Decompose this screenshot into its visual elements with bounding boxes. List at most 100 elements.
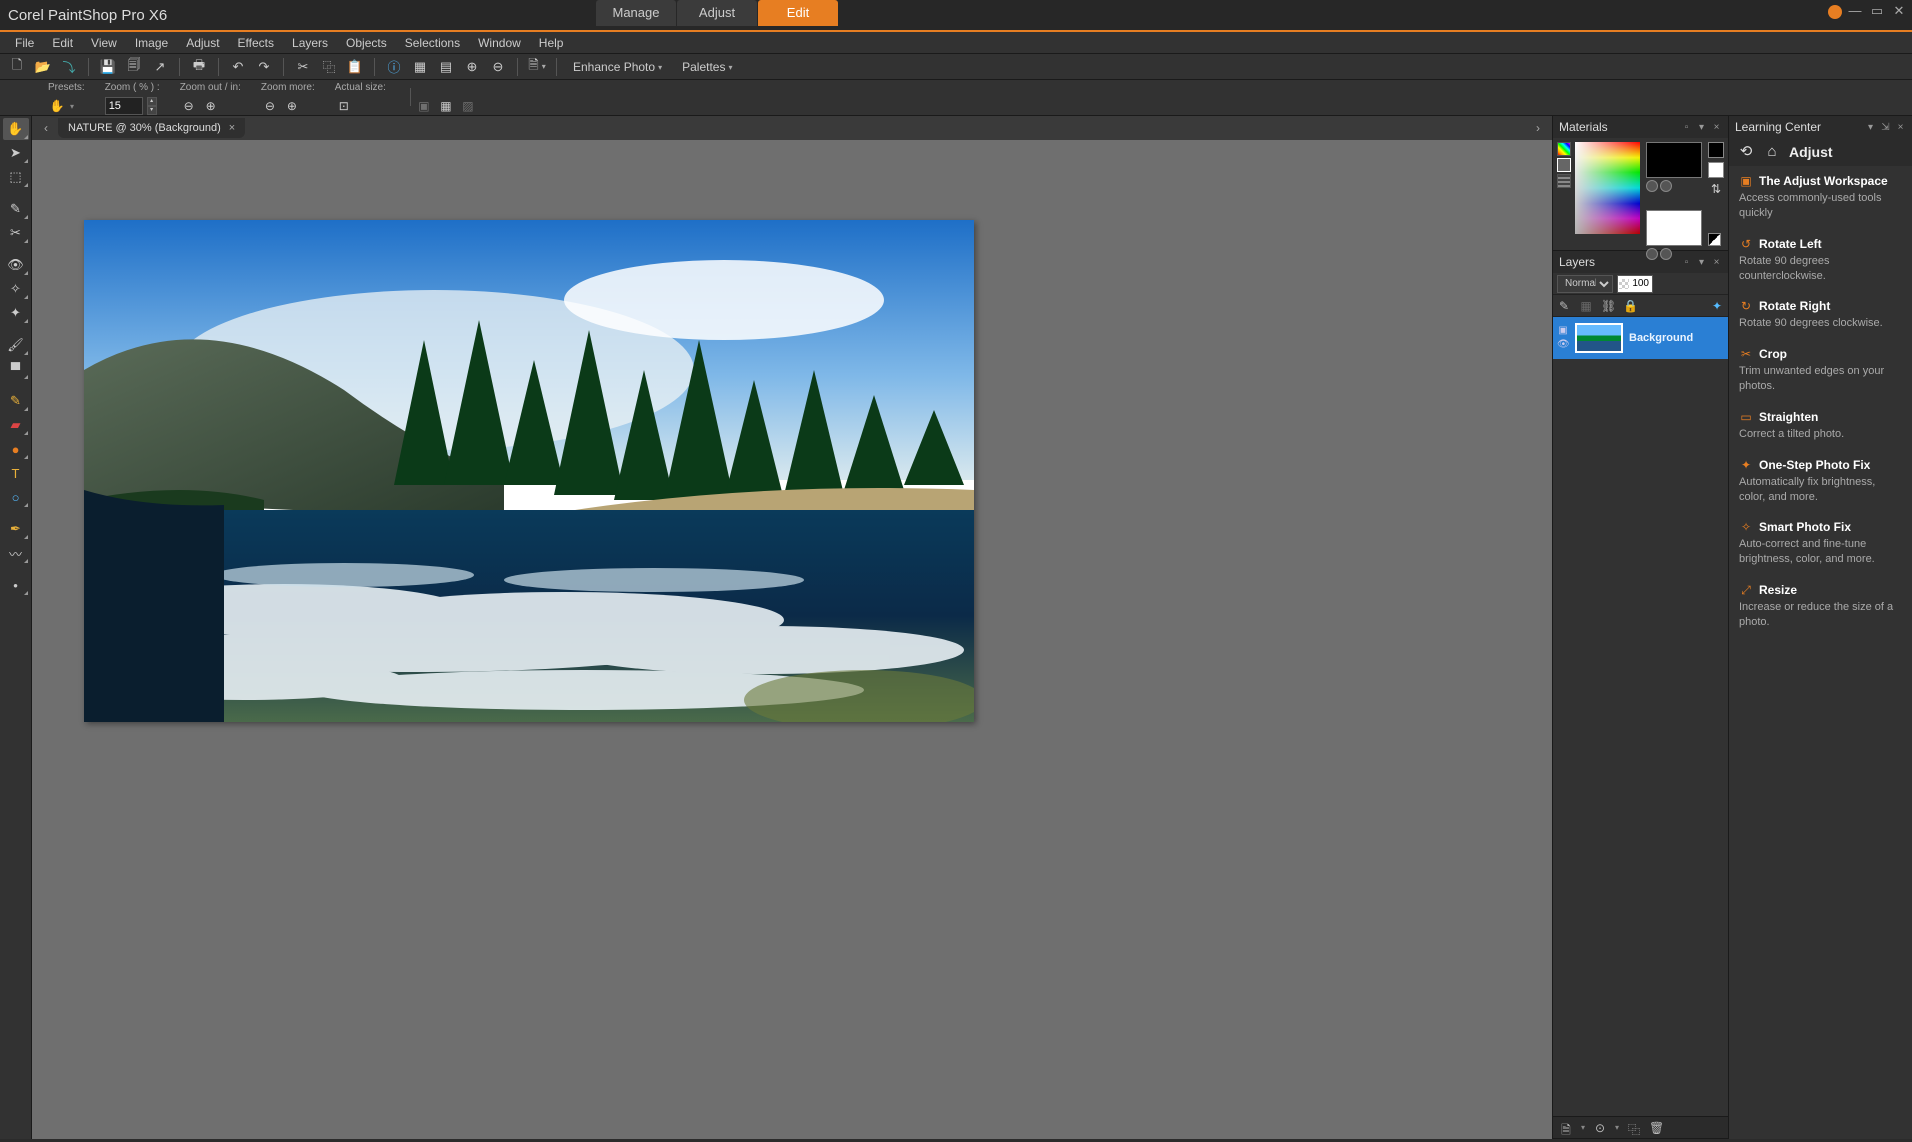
learning-home-icon[interactable]: ⌂ xyxy=(1763,143,1781,161)
color-picker[interactable] xyxy=(1575,142,1640,234)
share-icon[interactable]: ↗ xyxy=(149,56,171,78)
panel-close-icon[interactable]: × xyxy=(1895,122,1906,133)
ruler-icon[interactable]: ▦ xyxy=(409,56,431,78)
fg-style-icon[interactable] xyxy=(1646,180,1658,192)
delete-layer-icon[interactable]: 🗑 xyxy=(1649,1121,1663,1135)
learn-item-resize[interactable]: ⤢ResizeIncrease or reduce the size of a … xyxy=(1729,575,1912,638)
pan-tool[interactable]: ✋ xyxy=(3,118,29,140)
pick-tool[interactable]: ➤ xyxy=(3,142,29,164)
document-tab[interactable]: NATURE @ 30% (Background) × xyxy=(58,118,245,138)
default-colors-icon[interactable] xyxy=(1708,233,1721,246)
menu-help[interactable]: Help xyxy=(530,36,573,50)
eraser-tool[interactable]: ▰ xyxy=(3,414,29,436)
tab-manage[interactable]: Manage xyxy=(596,0,676,26)
clone-tool[interactable]: ✦ xyxy=(3,302,29,324)
close-icon[interactable]: ✕ xyxy=(1892,4,1906,18)
mini-fg-swatch[interactable] xyxy=(1708,142,1724,158)
learn-item-adjust-workspace[interactable]: ▣The Adjust WorkspaceAccess commonly-use… xyxy=(1729,166,1912,229)
panel-pin-icon[interactable]: ⇲ xyxy=(1880,122,1891,133)
pan-preset-icon[interactable]: ✋ xyxy=(48,97,66,115)
layer-effects-icon[interactable]: ✦ xyxy=(1710,299,1724,313)
layer-visibility-toggle-icon[interactable]: 👁 xyxy=(1557,339,1569,351)
lighten-tool[interactable]: ✎ xyxy=(3,390,29,412)
oil-brush-tool[interactable]: • xyxy=(3,574,29,596)
fg-texture-icon[interactable] xyxy=(1660,180,1672,192)
picture-tube-tool[interactable]: ● xyxy=(3,438,29,460)
new-layer-icon[interactable]: 🗎 xyxy=(526,56,548,78)
doc-tab-prev-icon[interactable]: ‹ xyxy=(38,121,54,135)
layer-thumbnail[interactable] xyxy=(1575,323,1623,353)
tab-adjust[interactable]: Adjust xyxy=(677,0,757,26)
menu-window[interactable]: Window xyxy=(469,36,530,50)
info-icon[interactable]: ⓘ xyxy=(383,56,405,78)
fit-image-icon[interactable]: ▦ xyxy=(437,97,455,115)
panel-menu-icon[interactable]: ▾ xyxy=(1696,257,1707,268)
learning-header[interactable]: Learning Center ▾⇲× xyxy=(1729,116,1912,138)
zoom-in-icon[interactable]: ⊕ xyxy=(461,56,483,78)
menu-selections[interactable]: Selections xyxy=(396,36,469,50)
paste-icon[interactable]: 📋 xyxy=(344,56,366,78)
tab-edit[interactable]: Edit xyxy=(758,0,838,26)
zoom-out-more-icon[interactable]: ⊖ xyxy=(261,97,279,115)
menu-adjust[interactable]: Adjust xyxy=(177,36,228,50)
zoom-spinner[interactable]: ▴▾ xyxy=(147,97,157,115)
layer-visibility-icon[interactable]: ▣ xyxy=(1557,325,1569,337)
makeover-tool[interactable]: ✧ xyxy=(3,278,29,300)
zoom-out-step-icon[interactable]: ⊖ xyxy=(180,97,198,115)
menu-view[interactable]: View xyxy=(82,36,126,50)
menu-layers[interactable]: Layers xyxy=(283,36,337,50)
text-tool[interactable]: T xyxy=(3,462,29,484)
document-close-icon[interactable]: × xyxy=(229,122,235,134)
cut-icon[interactable]: ✂ xyxy=(292,56,314,78)
print-icon[interactable]: 🖶 xyxy=(188,56,210,78)
enhance-photo-menu[interactable]: Enhance Photo xyxy=(565,60,670,74)
undo-icon[interactable]: ↶ xyxy=(227,56,249,78)
learn-item-crop[interactable]: ✂CropTrim unwanted edges on your photos. xyxy=(1729,339,1912,402)
grid-icon[interactable]: ▤ xyxy=(435,56,457,78)
bg-style-icon[interactable] xyxy=(1646,248,1658,260)
panel-menu-icon[interactable]: ▾ xyxy=(1865,122,1876,133)
layer-link-icon[interactable]: ⛓ xyxy=(1601,299,1615,313)
user-account-icon[interactable] xyxy=(1828,5,1842,19)
dropper-tool[interactable]: ✎ xyxy=(3,198,29,220)
blend-mode-select[interactable]: Normal xyxy=(1557,275,1613,293)
gradient-tool[interactable]: ▀ xyxy=(3,358,29,380)
material-tab-frame[interactable] xyxy=(1557,158,1571,172)
panel-close-icon[interactable]: × xyxy=(1711,257,1722,268)
learn-item-rotate-right[interactable]: ↻Rotate RightRotate 90 degrees clockwise… xyxy=(1729,291,1912,339)
canvas-viewport[interactable] xyxy=(32,140,1552,1139)
mini-bg-swatch[interactable] xyxy=(1708,162,1724,178)
material-tab-rainbow[interactable] xyxy=(1557,142,1571,156)
new-icon[interactable]: 🗋 xyxy=(6,56,28,78)
menu-objects[interactable]: Objects xyxy=(337,36,396,50)
red-eye-tool[interactable]: 👁 xyxy=(3,254,29,276)
panel-undock-icon[interactable]: ▫ xyxy=(1681,122,1692,133)
duplicate-layer-icon[interactable]: ⿻ xyxy=(1627,1121,1641,1135)
bg-texture-icon[interactable] xyxy=(1660,248,1672,260)
foreground-swatch[interactable] xyxy=(1646,142,1702,178)
materials-header[interactable]: Materials ▫▾× xyxy=(1553,116,1728,138)
save-copy-icon[interactable]: 🗐 xyxy=(123,56,145,78)
warp-tool[interactable]: 〰 xyxy=(3,542,29,564)
zoom-in-step-icon[interactable]: ⊕ xyxy=(202,97,220,115)
paint-brush-tool[interactable]: 🖌 xyxy=(3,334,29,356)
menu-image[interactable]: Image xyxy=(126,36,177,50)
learning-back-icon[interactable]: ⟲ xyxy=(1737,143,1755,161)
layer-row-background[interactable]: ▣ 👁 Background xyxy=(1553,317,1728,359)
canvas-image[interactable] xyxy=(84,220,974,722)
palettes-menu[interactable]: Palettes xyxy=(674,60,740,74)
panel-menu-icon[interactable]: ▾ xyxy=(1696,122,1707,133)
doc-tab-next-icon[interactable]: › xyxy=(1530,121,1546,135)
learn-item-one-step-fix[interactable]: ✦One-Step Photo FixAutomatically fix bri… xyxy=(1729,450,1912,513)
shape-tool[interactable]: ○ xyxy=(3,486,29,508)
new-mask-icon[interactable]: ⊙ xyxy=(1593,1121,1607,1135)
redo-icon[interactable]: ↷ xyxy=(253,56,275,78)
crop-tool[interactable]: ✂ xyxy=(3,222,29,244)
zoom-out-icon[interactable]: ⊖ xyxy=(487,56,509,78)
learn-item-straighten[interactable]: ▭StraightenCorrect a tilted photo. xyxy=(1729,402,1912,450)
menu-edit[interactable]: Edit xyxy=(43,36,82,50)
material-tab-swatches[interactable] xyxy=(1557,174,1571,188)
pen-tool[interactable]: ✒ xyxy=(3,518,29,540)
learn-item-smart-fix[interactable]: ✧Smart Photo FixAuto-correct and fine-tu… xyxy=(1729,512,1912,575)
zoom-value-input[interactable] xyxy=(105,97,143,115)
